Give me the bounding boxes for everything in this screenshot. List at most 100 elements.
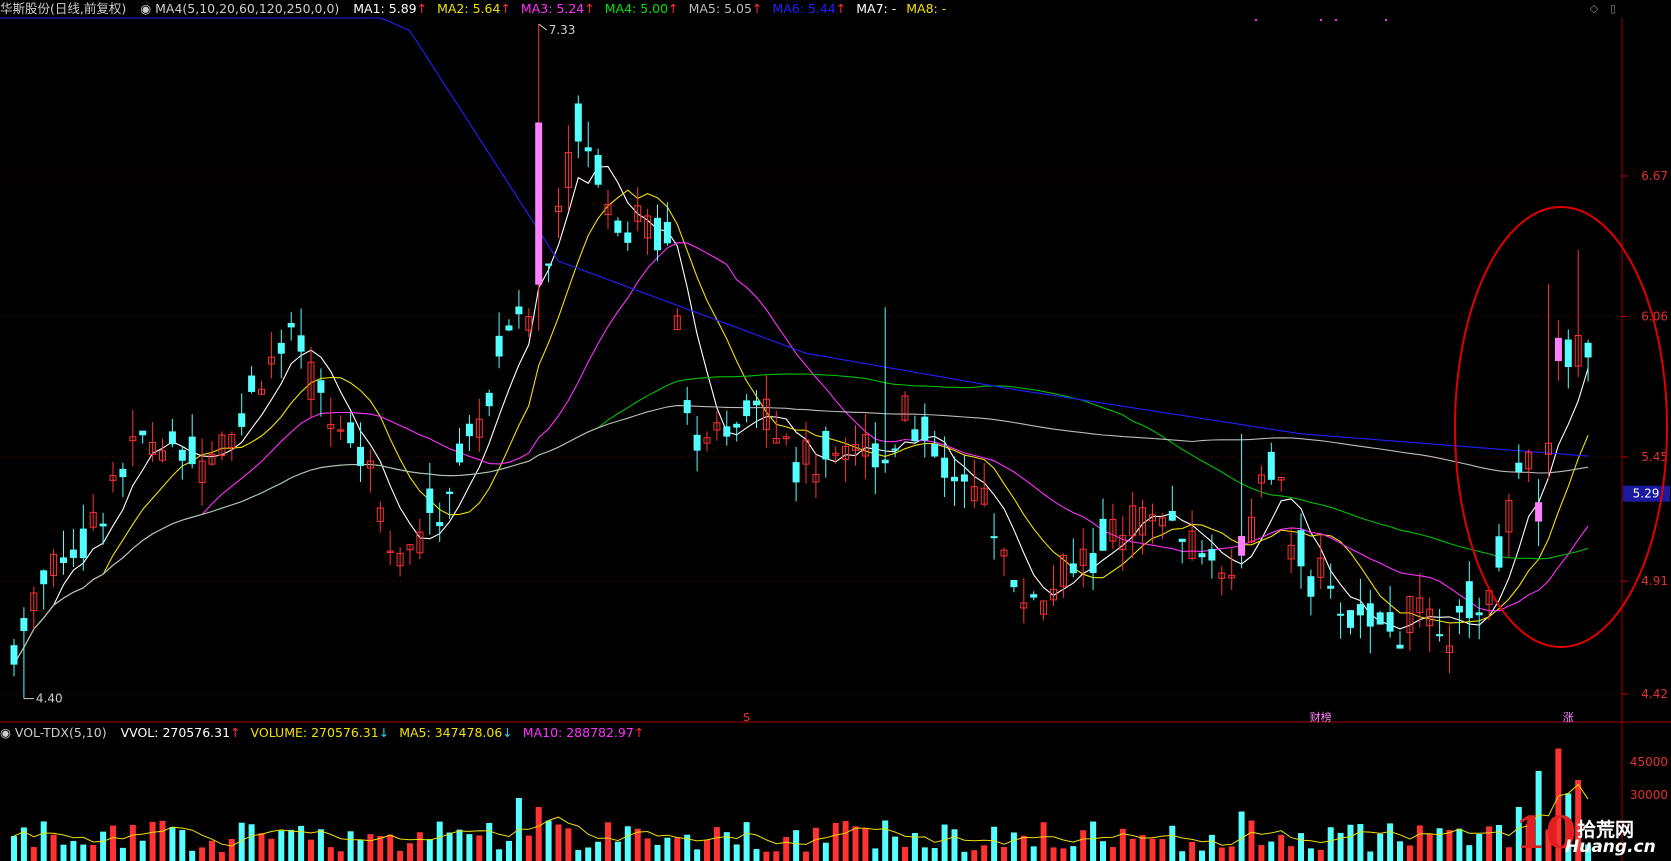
volume-bar [50,834,57,861]
candle-body [1465,581,1473,619]
volume-bar [317,829,324,861]
ma-arrow: ↑ [584,1,595,16]
volume-bar [1337,832,1344,861]
volume-bar [1040,822,1047,861]
candle-body [733,423,741,428]
volume-bar [1367,851,1374,861]
indicator-name[interactable]: ◉ MA4(5,10,20,60,120,250,0,0) [140,1,339,16]
candle-body [495,335,503,357]
volume-bar [1199,850,1205,861]
ma-arrow: ↑ [416,1,428,16]
volume-bar [456,829,463,861]
candle-body [1584,342,1592,358]
volume-bar [902,846,908,861]
event-marker: 涨 [1563,711,1574,724]
volume-bar [218,851,225,861]
volume-bar [1060,848,1067,861]
candle-body [357,446,364,466]
volume-bar [1070,846,1077,861]
volume-bar [1456,828,1463,861]
volume-bar [347,831,354,861]
candle-body [1069,563,1077,574]
volume-bar [1307,848,1314,861]
candle-body [1535,502,1543,522]
volume-bar [1486,826,1493,861]
volume-bar [664,837,671,861]
volume-bar [11,836,17,861]
stock-name[interactable]: 华斯股份(日线,前复权) [0,1,126,16]
volume-bar [525,835,532,861]
volume-bar [733,844,740,861]
volume-bar [1278,834,1285,861]
ma-label: MA8: [906,1,938,16]
volume-bar [1426,833,1433,861]
candle-body [822,430,830,460]
volume-bar [1030,846,1037,861]
diamond-icon[interactable]: ◇ [1587,2,1601,16]
volume-bar [337,851,344,861]
candle-body [1396,644,1404,649]
candle-body [178,449,186,461]
volume-bar [1505,847,1512,861]
volume-bar [605,822,611,861]
ma-label: MA2: [437,1,469,16]
candle-body [941,457,949,478]
volume-bar [812,827,819,861]
candle-body [139,430,147,436]
high-label: 7.33 [549,23,576,37]
volume-bar [278,830,285,861]
candle-body [535,122,543,285]
volume-bar [991,826,998,861]
ma-item-8: MA8: - [906,1,946,16]
ma10-line [13,189,1589,665]
volume-bar [674,837,681,861]
volume-bar [258,833,265,861]
volume-bar [1347,824,1354,861]
candle-body [792,462,800,483]
event-marker: 财榜 [1310,710,1332,724]
candle-body [99,523,107,527]
volume-bar [1327,827,1334,861]
vol-item-1: VVOL: 270576.31↑ [120,725,241,740]
volume-bar [30,847,37,861]
candle-body [1495,536,1503,568]
volume-bar [199,847,206,861]
volume-bar [921,847,928,861]
volume-bar [1129,838,1136,861]
volume-bar [397,850,404,861]
ma-value: 5.64 [472,1,501,16]
volume-bar [1377,833,1384,861]
volume-bar [1406,845,1413,861]
candle-body [515,306,523,315]
price-tick-label: 6.67 [1641,169,1668,183]
volume-bar [634,828,641,861]
ma-label: MA5: [688,1,721,16]
volume-bar [60,844,67,861]
candle-body [753,400,760,406]
candle-body [990,536,998,539]
volume-bar [1268,841,1275,861]
volume-bar [694,849,701,861]
ma-item-6: MA6: 5.44↑ [772,1,846,16]
volume-bar [1317,849,1324,861]
candle-body [119,468,127,478]
candle-body [1455,605,1463,613]
volume-bar [773,851,780,861]
ma-value: 5.89 [388,1,417,16]
candle-body [10,645,18,665]
candle-body [465,423,473,437]
panel-toggle-icon[interactable]: ▯ [1606,2,1620,16]
volume-bar [713,827,720,861]
volume-bar [842,820,849,861]
candle-body [277,342,285,354]
volume-tick-label: 45000 [1630,755,1668,769]
candle-body [485,392,493,407]
candle-body [1366,603,1374,627]
candle-body [1089,553,1097,573]
candle-body [624,232,632,243]
candle-body [1010,579,1018,588]
ma-arrow: ↑ [500,1,511,16]
vol-indicator-name[interactable]: ◉ VOL-TDX(5,10) [0,725,107,740]
volume-bar [763,851,770,861]
candle-body [317,380,325,393]
